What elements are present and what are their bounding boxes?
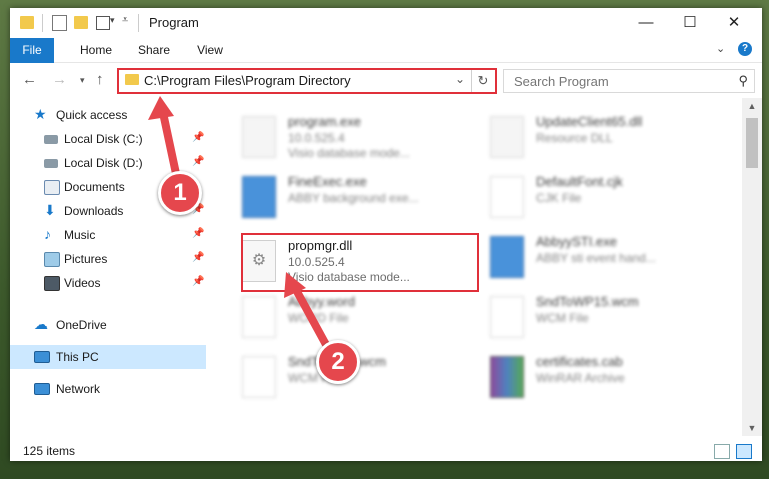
arrow-1-head: [148, 96, 174, 120]
annotation-arrows: [148, 96, 334, 356]
arrow-2: [290, 282, 334, 356]
step-badge-1: 1: [158, 171, 202, 215]
step-badge-2: 2: [316, 340, 360, 384]
